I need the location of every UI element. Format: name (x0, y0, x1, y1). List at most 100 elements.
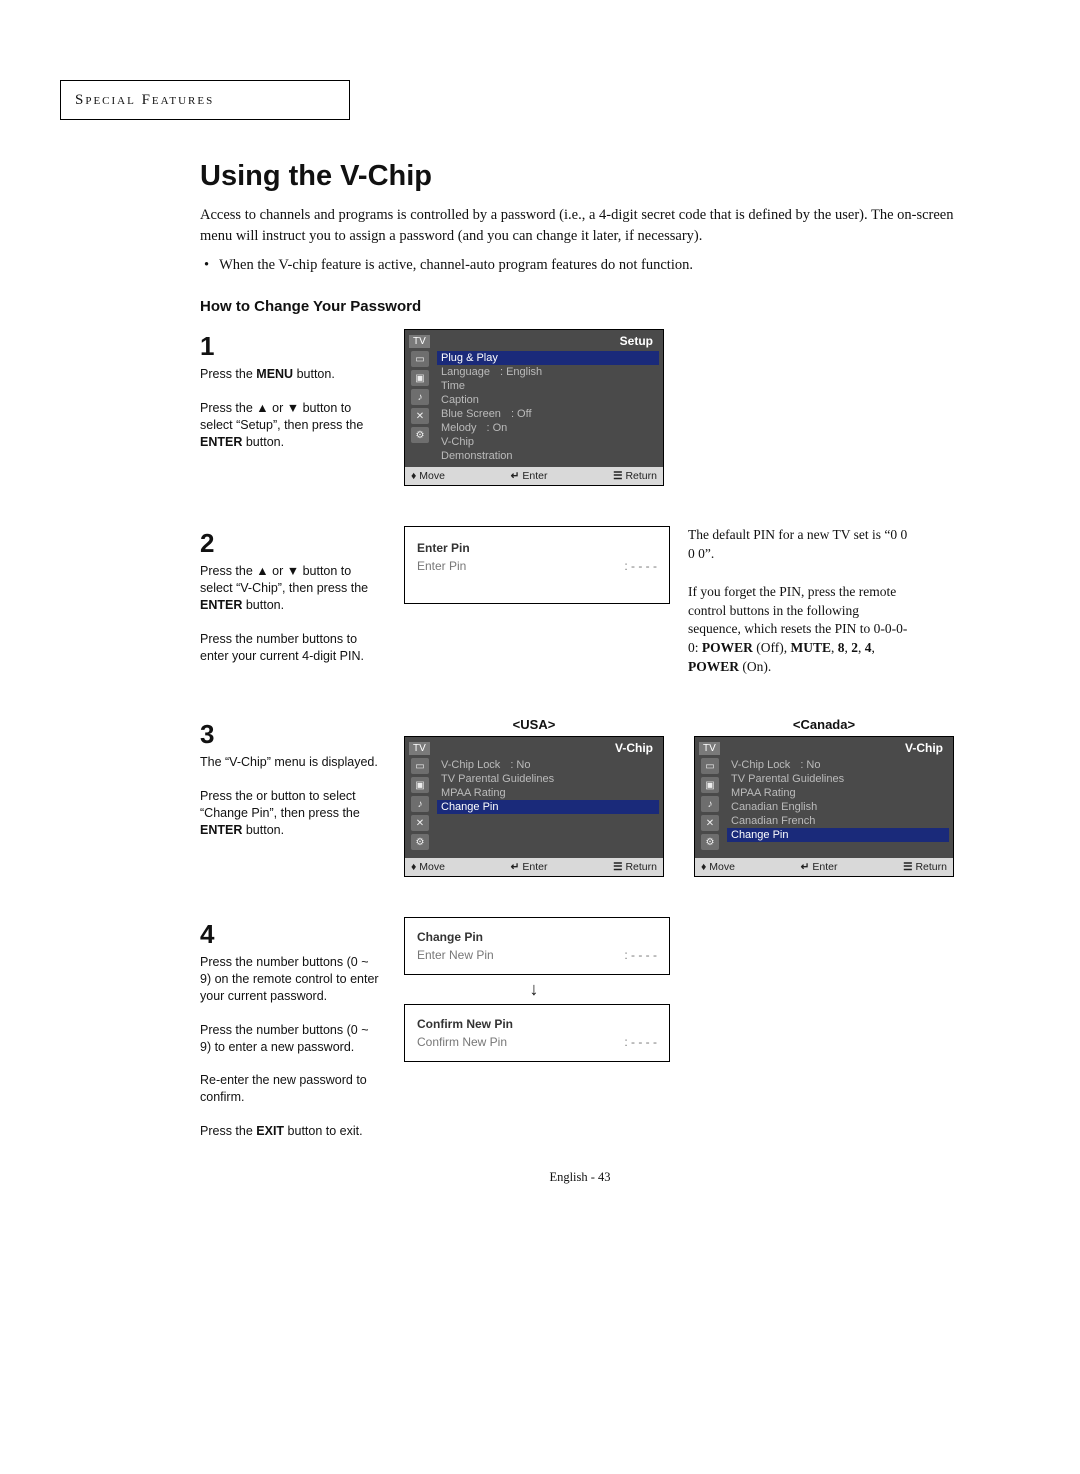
menu-button-label: MENU (256, 367, 293, 381)
setup-icon: ✕ (701, 815, 719, 831)
confirm-new-pin-value: : - - - - (624, 1035, 657, 1049)
bullet-text: When the V-chip feature is active, chann… (219, 257, 693, 274)
tv-icon: ▭ (411, 758, 429, 774)
step-3-line1: The “V-Chip” menu is displayed. (200, 754, 380, 771)
step-1-line1: Press the MENU button. (200, 366, 380, 383)
osd-menu-item: TV Parental Guidelines (437, 772, 659, 786)
tv-icon: ▭ (411, 351, 429, 367)
step-2-row: 2 Press the ▲ or ▼ button to select “V-C… (200, 526, 960, 677)
canada-label: <Canada> (694, 717, 954, 732)
osd-tv-badge: TV (699, 742, 720, 755)
change-pin-dialog: Change Pin Enter New Pin : - - - - (404, 917, 670, 975)
return-label: Return (625, 470, 657, 482)
sound-icon: ♪ (411, 389, 429, 405)
osd-menu-item: Language: English (437, 365, 659, 379)
step-3-number: 3 (200, 717, 380, 752)
osd-vchip-usa-list: V-Chip Lock: NoTV Parental GuidelinesMPA… (431, 758, 659, 854)
enter-new-pin-label: Enter New Pin (417, 948, 494, 962)
move-icon: ♦ (411, 861, 416, 873)
text: Press the or button to select “Change Pi… (200, 789, 360, 820)
enter-pin-dialog: Enter Pin Enter Pin : - - - - (404, 526, 670, 604)
confirm-pin-title: Confirm New Pin (417, 1017, 657, 1031)
enter-button-label: ENTER (200, 435, 242, 449)
sound-icon: ♪ (701, 796, 719, 812)
osd-menu-item: V-Chip (437, 435, 659, 449)
enter-icon: ↵ (511, 470, 520, 482)
enter-button-label: ENTER (200, 598, 242, 612)
enter-icon: ↵ (801, 861, 810, 873)
enter-label: Enter (812, 861, 837, 873)
picture-icon: ▣ (411, 777, 429, 793)
page-title: Using the V-Chip (200, 160, 960, 193)
return-icon: ☰ (613, 470, 622, 482)
return-label: Return (625, 861, 657, 873)
step-4-row: 4 Press the number buttons (0 ~ 9) on th… (200, 917, 960, 1140)
step-1-instructions: 1 Press the MENU button. Press the ▲ or … (200, 329, 380, 450)
osd-setup-title: Setup (620, 334, 653, 348)
osd-vchip-usa: TV V-Chip ▭ ▣ ♪ ✕ ⚙ V-Chip Lock: No (404, 736, 664, 877)
confirm-new-pin-label: Confirm New Pin (417, 1035, 507, 1049)
osd-vchip-canada: TV V-Chip ▭ ▣ ♪ ✕ ⚙ V-Chip Lock: No (694, 736, 954, 877)
vchip-canada-wrapper: <Canada> TV V-Chip ▭ ▣ ♪ ✕ (694, 717, 954, 877)
text: button. (242, 598, 284, 612)
osd-menu-item: Melody: On (437, 421, 659, 435)
picture-icon: ▣ (701, 777, 719, 793)
move-label: Move (419, 861, 445, 873)
osd-menu-item: Change Pin (727, 828, 949, 842)
bullet-dot-icon: • (204, 257, 209, 274)
osd-tv-badge: TV (409, 742, 430, 755)
osd-menu-item: MPAA Rating (727, 786, 949, 800)
text: or (269, 401, 287, 415)
step-2-notes: The default PIN for a new TV set is “0 0… (688, 526, 908, 677)
step-2-instructions: 2 Press the ▲ or ▼ button to select “V-C… (200, 526, 380, 664)
osd-menu-item: Canadian English (727, 800, 949, 814)
move-icon: ♦ (701, 861, 706, 873)
osd-side-icons: ▭ ▣ ♪ ✕ ⚙ (409, 758, 431, 854)
osd-footer: ♦ Move ↵ Enter ☰ Return (405, 467, 663, 485)
exit-button-label: EXIT (256, 1124, 284, 1138)
step-4-p1: Press the number buttons (0 ~ 9) on the … (200, 954, 380, 1005)
step-1-row: 1 Press the MENU button. Press the ▲ or … (200, 329, 960, 486)
manual-page: Special Features Using the V-Chip Access… (0, 0, 1080, 1225)
osd-footer: ♦ Move ↵ Enter ☰ Return (405, 858, 663, 876)
enter-pin-value: : - - - - (624, 559, 657, 573)
osd-tv-badge: TV (409, 335, 430, 348)
osd-vchip-usa-title: V-Chip (615, 741, 653, 755)
step-3-instructions: 3 The “V-Chip” menu is displayed. Press … (200, 717, 380, 838)
osd-setup-menu: TV Setup ▭ ▣ ♪ ✕ ⚙ Plug & PlayLanguage: … (404, 329, 664, 486)
step-4-p4: Press the EXIT button to exit. (200, 1123, 380, 1140)
usa-label: <USA> (404, 717, 664, 732)
step-1-line2: Press the ▲ or ▼ button to select “Setup… (200, 400, 380, 451)
return-icon: ☰ (613, 861, 622, 873)
osd-menu-item: Demonstration (437, 449, 659, 463)
sound-icon: ♪ (411, 796, 429, 812)
text: Press the (200, 1124, 256, 1138)
enter-pin-label: Enter Pin (417, 559, 466, 573)
enter-label: Enter (522, 861, 547, 873)
step-4-p3: Re-enter the new password to confirm. (200, 1072, 380, 1106)
bullet-note: • When the V-chip feature is active, cha… (200, 257, 960, 274)
change-pin-title: Change Pin (417, 930, 657, 944)
sliders-icon: ⚙ (411, 834, 429, 850)
step-4-instructions: 4 Press the number buttons (0 ~ 9) on th… (200, 917, 380, 1140)
osd-menu-item: Plug & Play (437, 351, 659, 365)
osd-menu-item: Caption (437, 393, 659, 407)
osd-menu-item: V-Chip Lock: No (437, 758, 659, 772)
osd-side-icons: ▭ ▣ ♪ ✕ ⚙ (699, 758, 721, 854)
osd-vchip-ca-list: V-Chip Lock: NoTV Parental GuidelinesMPA… (721, 758, 949, 854)
osd-menu-item: Blue Screen: Off (437, 407, 659, 421)
picture-icon: ▣ (411, 370, 429, 386)
move-icon: ♦ (411, 470, 416, 482)
step-4-number: 4 (200, 917, 380, 952)
section-header-box: Special Features (60, 80, 350, 120)
enter-new-pin-value: : - - - - (624, 948, 657, 962)
section-header-label: Special Features (75, 92, 214, 108)
step-4-p2: Press the number buttons (0 ~ 9) to ente… (200, 1022, 380, 1056)
main-content: Using the V-Chip Access to channels and … (200, 160, 960, 1185)
default-pin-note: The default PIN for a new TV set is “0 0… (688, 526, 908, 564)
step-1-osd-col: TV Setup ▭ ▣ ♪ ✕ ⚙ Plug & PlayLanguage: … (404, 329, 664, 486)
osd-menu-item: Canadian French (727, 814, 949, 828)
pin-reset-sequence: POWER (702, 640, 753, 655)
setup-icon: ✕ (411, 815, 429, 831)
tv-icon: ▭ (701, 758, 719, 774)
